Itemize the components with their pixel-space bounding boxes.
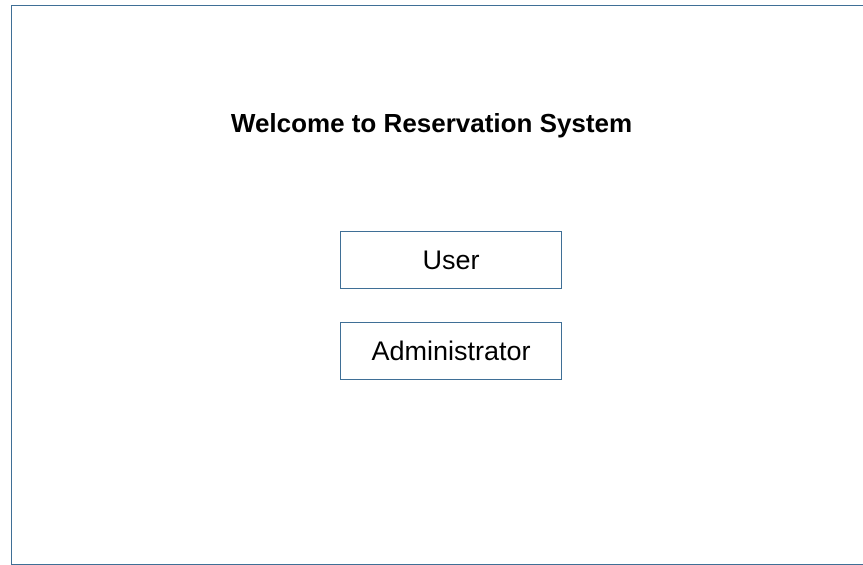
administrator-button[interactable]: Administrator — [340, 322, 562, 380]
user-button[interactable]: User — [340, 231, 562, 289]
page-title: Welcome to Reservation System — [230, 108, 633, 138]
